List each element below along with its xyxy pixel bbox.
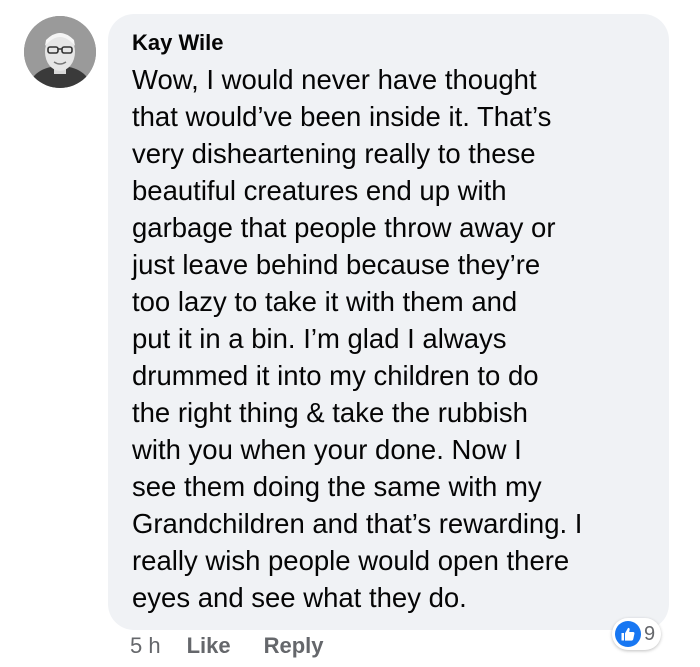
- comment-line: just leave behind because they’re: [132, 249, 541, 280]
- comment-line: Grandchildren and that’s rewarding. I: [132, 508, 583, 539]
- comment-bubble: Kay Wile Wow, I would never have thought…: [108, 14, 669, 630]
- comment-line: with you when your done. Now I: [132, 434, 522, 465]
- comment-line: eyes and see what they do.: [132, 582, 467, 613]
- comment-line: see them doing the same with my: [132, 471, 542, 502]
- comment-line: too lazy to take it with them and: [132, 286, 518, 317]
- comment-line: very disheartening really to these: [132, 138, 536, 169]
- comment-actions: 5 h Like Reply: [130, 630, 324, 662]
- avatar[interactable]: [24, 16, 96, 88]
- reaction-count: 9: [644, 622, 656, 645]
- comment-line: the right thing & take the rubbish: [132, 397, 528, 428]
- comment-line: beautiful creatures end up with: [132, 175, 507, 206]
- comment-text: Wow, I would never have thought that wou…: [132, 61, 662, 616]
- comment-line: garbage that people throw away or: [132, 212, 556, 243]
- timestamp[interactable]: 5 h: [130, 633, 161, 659]
- reply-button[interactable]: Reply: [264, 633, 324, 659]
- thumbs-up-icon: [615, 621, 641, 647]
- reaction-summary[interactable]: 9: [612, 618, 662, 650]
- comment-line: really wish people would open there: [132, 545, 570, 576]
- comment-line: put it in a bin. I’m glad I always: [132, 323, 507, 354]
- author-name[interactable]: Kay Wile: [132, 30, 224, 56]
- comment-line: that would’ve been inside it. That’s: [132, 101, 552, 132]
- comment-line: Wow, I would never have thought: [132, 64, 537, 95]
- comment-line: drummed it into my children to do: [132, 360, 539, 391]
- like-button[interactable]: Like: [187, 633, 231, 659]
